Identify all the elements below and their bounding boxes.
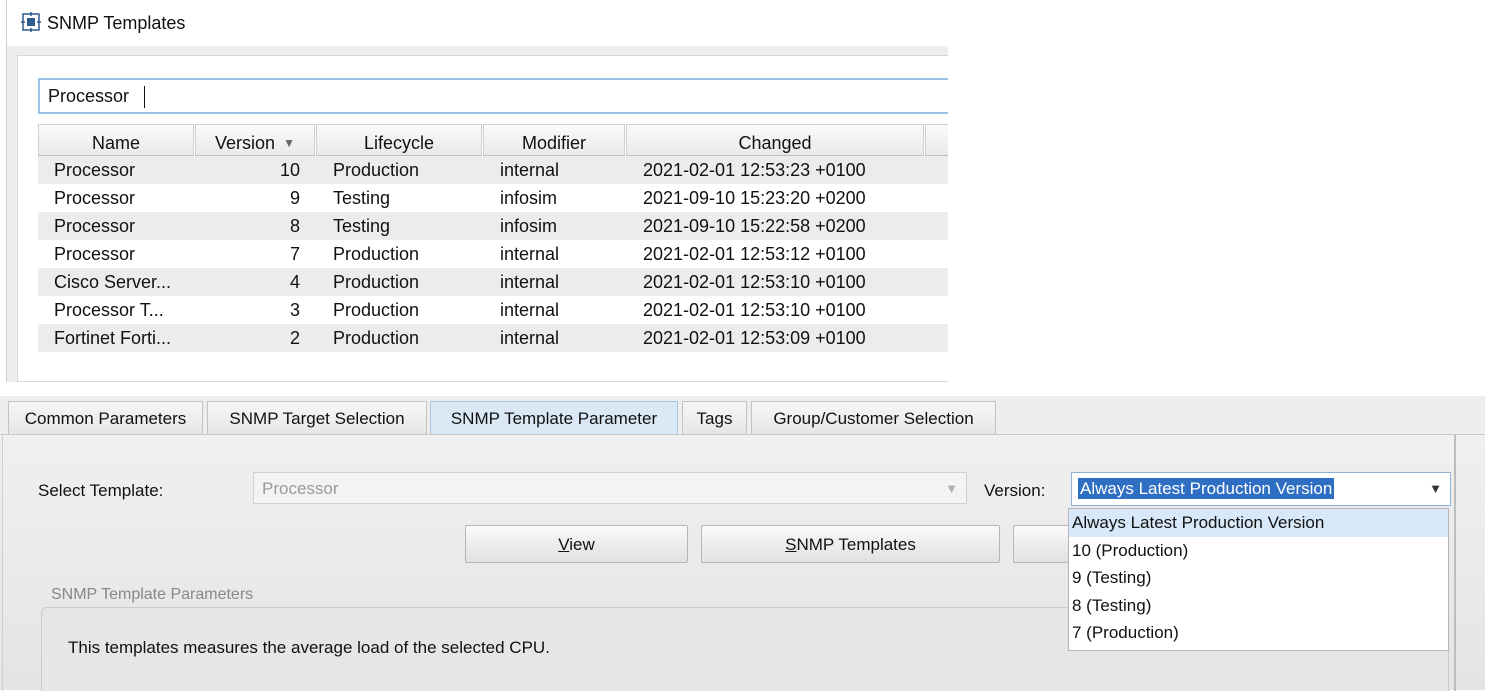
window-title: SNMP Templates: [47, 13, 186, 33]
tab-strip: Common Parameters SNMP Target Selection …: [0, 396, 1485, 434]
sort-descending-icon: ▼: [283, 136, 295, 150]
tab-group-customer-selection[interactable]: Group/Customer Selection: [751, 401, 996, 434]
table-row[interactable]: Processor T... 3 Production internal 202…: [38, 296, 948, 324]
table-row[interactable]: Fortinet Forti... 2 Production internal …: [38, 324, 948, 352]
select-template-dropdown[interactable]: Processor ▼: [253, 472, 967, 504]
version-dropdown[interactable]: Always Latest Production Version ▼: [1071, 472, 1451, 506]
version-option[interactable]: 10 (Production): [1069, 537, 1448, 565]
tab-snmp-template-parameter[interactable]: SNMP Template Parameter: [430, 401, 678, 434]
search-input[interactable]: [38, 78, 948, 114]
table-body: Processor 10 Production internal 2021-02…: [38, 156, 948, 352]
column-header-version[interactable]: Version ▼: [195, 124, 315, 156]
snmp-templates-button[interactable]: SNMP Templates: [701, 525, 1000, 563]
version-option[interactable]: 7 (Production): [1069, 619, 1448, 647]
column-header-name[interactable]: Name: [38, 124, 194, 156]
text-caret: [144, 86, 145, 108]
chevron-down-icon: ▼: [1429, 481, 1442, 496]
template-panel: Name Version▼ Lifecycle Modifier Changed: [17, 55, 948, 382]
table-header: Name Version ▼ Lifecycle Modifier Changed: [38, 124, 948, 156]
templates-table: Name Version ▼ Lifecycle Modifier Changed: [38, 124, 948, 352]
version-label: Version:: [984, 481, 1046, 500]
table-row[interactable]: Processor 7 Production internal 2021-02-…: [38, 240, 948, 268]
column-header-extra[interactable]: [925, 124, 948, 156]
version-option[interactable]: 8 (Testing): [1069, 592, 1448, 620]
version-selected-text: Always Latest Production Version: [1078, 478, 1335, 499]
table-row[interactable]: Processor 9 Testing infosim 2021-09-10 1…: [38, 184, 948, 212]
column-header-changed[interactable]: Changed: [626, 124, 924, 156]
column-header-modifier[interactable]: Modifier: [483, 124, 625, 156]
table-row[interactable]: Processor 10 Production internal 2021-02…: [38, 156, 948, 184]
table-row[interactable]: Cisco Server... 4 Production internal 20…: [38, 268, 948, 296]
version-option[interactable]: Always Latest Production Version: [1069, 509, 1448, 537]
parameters-description: This templates measures the average load…: [68, 638, 550, 657]
tab-tags[interactable]: Tags: [682, 401, 747, 434]
tab-common-parameters[interactable]: Common Parameters: [8, 401, 203, 434]
snmp-templates-icon: [21, 12, 41, 32]
chevron-down-icon: ▼: [945, 481, 958, 496]
tab-snmp-target-selection[interactable]: SNMP Target Selection: [207, 401, 427, 434]
window-titlebar: SNMP Templates: [7, 0, 948, 46]
column-header-lifecycle[interactable]: Lifecycle: [316, 124, 482, 156]
table-row[interactable]: Processor 8 Testing infosim 2021-09-10 1…: [38, 212, 948, 240]
parameters-group-title: SNMP Template Parameters: [51, 586, 254, 603]
version-option[interactable]: 9 (Testing): [1069, 564, 1448, 592]
snmp-templates-window: SNMP Templates Name Version▼ Lifecycle M…: [6, 0, 948, 382]
view-button[interactable]: View: [465, 525, 688, 563]
version-dropdown-list: Always Latest Production Version 10 (Pro…: [1068, 508, 1449, 651]
select-template-label: Select Template:: [38, 481, 164, 500]
